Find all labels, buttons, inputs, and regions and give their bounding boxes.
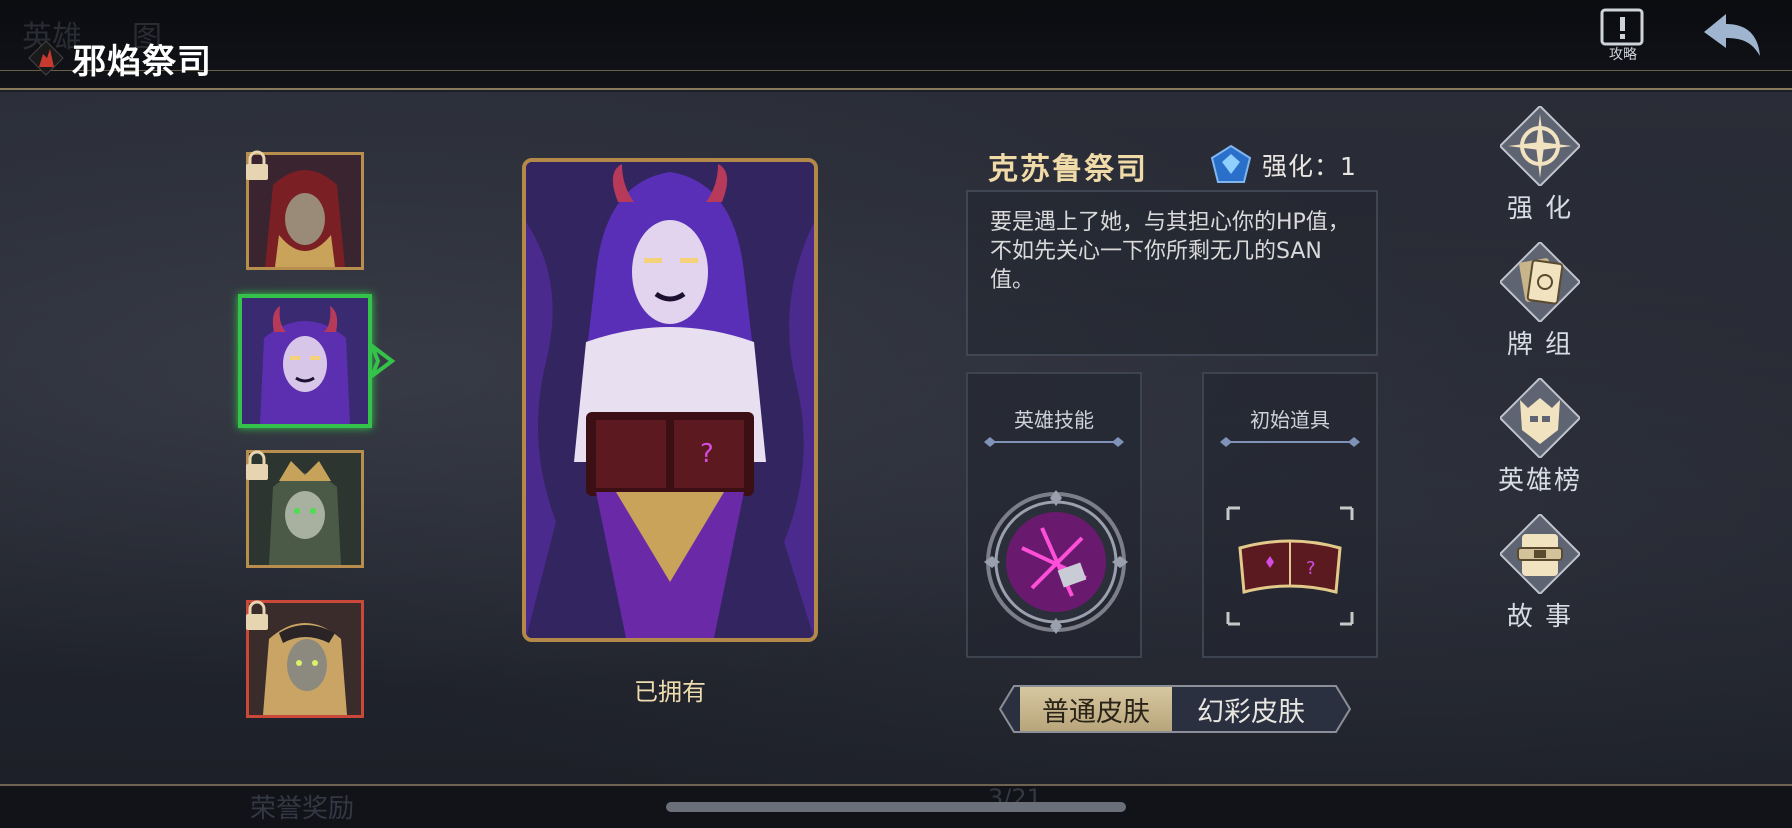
hero-description: 要是遇上了她，与其担心你的HP值，不如先关心一下你所剩无几的SAN值。 bbox=[990, 210, 1350, 293]
leaderboard-label: 英雄榜 bbox=[1497, 466, 1582, 496]
hero-portrait-card: ? bbox=[522, 158, 818, 642]
deck-label: 牌 组 bbox=[1506, 330, 1574, 360]
guide-label: 攻略 bbox=[1609, 47, 1637, 63]
item-panel-title: 初始道具 bbox=[1250, 408, 1330, 432]
lock-icon bbox=[246, 150, 268, 180]
deck-button[interactable]: 牌 组 bbox=[1490, 242, 1590, 362]
skin-toggle: 普通皮肤 幻彩皮肤 bbox=[998, 684, 1352, 734]
cards-icon bbox=[1500, 242, 1580, 322]
scroll-icon bbox=[1500, 514, 1580, 594]
upgrade-label: 强化：1 bbox=[1262, 152, 1357, 181]
lock-icon bbox=[246, 600, 268, 630]
guide-button[interactable]: 攻略 bbox=[1598, 8, 1648, 63]
ownership-status: 已拥有 bbox=[634, 678, 706, 706]
flame-emblem-icon bbox=[28, 40, 64, 76]
hero-skill-panel: 英雄技能 bbox=[966, 372, 1142, 658]
top-bar: 英雄 图 邪焰祭司 攻略 bbox=[0, 0, 1792, 90]
leaderboard-button[interactable]: 英雄榜 bbox=[1490, 378, 1590, 498]
starting-item-panel: 初始道具 ? bbox=[1202, 372, 1378, 658]
page-title: 邪焰祭司 bbox=[72, 41, 212, 82]
hero-description-box: 要是遇上了她，与其担心你的HP值，不如先关心一下你所剩无几的SAN值。 bbox=[966, 190, 1378, 356]
helmet-icon bbox=[1500, 378, 1580, 458]
ghost-reward-label: 荣誉奖励 bbox=[250, 794, 355, 824]
enhance-label: 强 化 bbox=[1506, 194, 1574, 224]
lock-icon bbox=[246, 450, 268, 480]
divider-ornament bbox=[984, 437, 1124, 447]
tab-prismatic-skin[interactable]: 幻彩皮肤 bbox=[1172, 687, 1330, 731]
home-indicator[interactable] bbox=[666, 802, 1126, 812]
story-label: 故 事 bbox=[1506, 602, 1574, 632]
guide-book-icon bbox=[1600, 8, 1644, 46]
hero-full-art: ? bbox=[526, 162, 814, 638]
divider-ornament bbox=[1220, 437, 1360, 447]
svg-text:?: ? bbox=[700, 439, 714, 469]
compass-icon bbox=[1500, 106, 1580, 186]
svg-text:?: ? bbox=[1306, 558, 1316, 579]
upgrade-level: 强化：1 bbox=[1210, 144, 1357, 186]
hero-name: 克苏鲁祭司 bbox=[988, 152, 1148, 187]
starting-item-icon[interactable]: ? bbox=[1226, 506, 1354, 626]
hero-thumb-2-selected[interactable] bbox=[238, 294, 372, 428]
hero-skill-icon[interactable] bbox=[982, 488, 1130, 636]
page-title-group: 邪焰祭司 bbox=[28, 36, 212, 82]
skill-panel-title: 英雄技能 bbox=[1014, 408, 1094, 432]
selected-arrow-icon bbox=[369, 344, 396, 378]
back-arrow-icon[interactable] bbox=[1700, 10, 1764, 60]
enhance-button[interactable]: 强 化 bbox=[1490, 106, 1590, 226]
hero-portrait-purple-priestess bbox=[242, 298, 368, 424]
upgrade-gem-icon bbox=[1210, 144, 1252, 183]
story-button[interactable]: 故 事 bbox=[1490, 514, 1590, 634]
tab-normal-skin[interactable]: 普通皮肤 bbox=[1020, 687, 1172, 731]
